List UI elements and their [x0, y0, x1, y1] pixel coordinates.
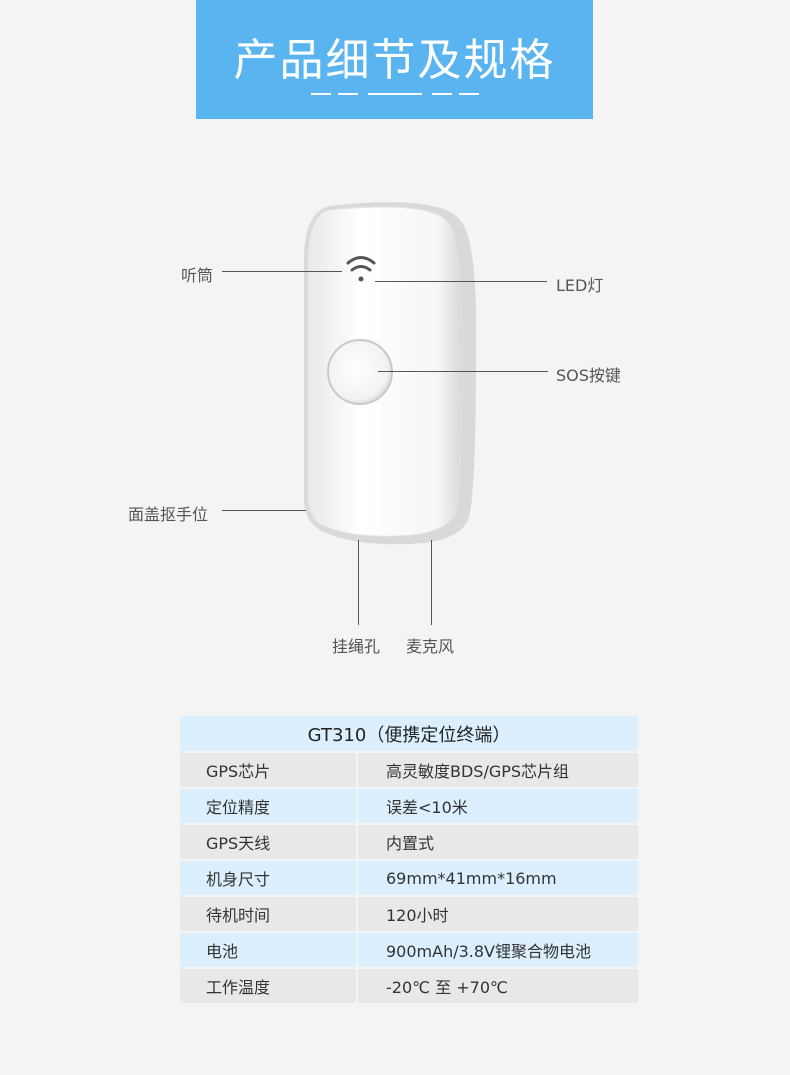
table-row: 机身尺寸 69mm*41mm*16mm	[180, 861, 638, 897]
spec-key: 定位精度	[180, 789, 358, 825]
device-image	[290, 200, 490, 560]
spec-table-title: GT310（便携定位终端）	[180, 716, 638, 753]
callout-sos: SOS按键	[556, 366, 621, 385]
callout-mic: 麦克风	[406, 637, 455, 656]
callout-line-cover-grip	[222, 510, 306, 511]
callout-line-earpiece	[222, 271, 342, 272]
callout-line-sos	[378, 371, 548, 372]
spec-key: 机身尺寸	[180, 861, 358, 897]
table-row: GPS天线 内置式	[180, 825, 638, 861]
callout-earpiece: 听筒	[181, 266, 214, 285]
spec-value: 120小时	[358, 897, 638, 933]
spec-value: 高灵敏度BDS/GPS芯片组	[358, 753, 638, 789]
sos-button-graphic	[327, 339, 393, 405]
banner-rule-center	[368, 93, 422, 95]
callout-led: LED灯	[556, 276, 604, 295]
banner-rule-right-2	[459, 93, 479, 95]
spec-value: 内置式	[358, 825, 638, 861]
table-row: 定位精度 误差<10米	[180, 789, 638, 825]
banner-title: 产品细节及规格	[233, 35, 556, 86]
callout-line-lanyard	[358, 540, 359, 625]
spec-value: 69mm*41mm*16mm	[358, 861, 638, 897]
spec-value: 900mAh/3.8V锂聚合物电池	[358, 933, 638, 969]
spec-key: GPS天线	[180, 825, 358, 861]
spec-value: -20℃ 至 +70℃	[358, 969, 638, 1005]
callout-line-led	[375, 281, 547, 282]
spec-key: 电池	[180, 933, 358, 969]
device-illustration	[304, 202, 477, 545]
table-row: GPS芯片 高灵敏度BDS/GPS芯片组	[180, 753, 638, 789]
callout-lanyard: 挂绳孔	[332, 637, 381, 656]
callout-line-mic	[431, 540, 432, 625]
spec-value: 误差<10米	[358, 789, 638, 825]
table-row: 待机时间 120小时	[180, 897, 638, 933]
spec-table: GT310（便携定位终端） GPS芯片 高灵敏度BDS/GPS芯片组 定位精度 …	[180, 716, 638, 1005]
table-row: 工作温度 -20℃ 至 +70℃	[180, 969, 638, 1005]
spec-key: 待机时间	[180, 897, 358, 933]
callout-cover-grip: 面盖抠手位	[128, 505, 209, 524]
table-row: 电池 900mAh/3.8V锂聚合物电池	[180, 933, 638, 969]
spec-key: GPS芯片	[180, 753, 358, 789]
header-banner: 产品细节及规格	[196, 0, 593, 119]
banner-rule-right-1	[432, 93, 452, 95]
banner-rule-left-1	[311, 93, 331, 95]
spec-key: 工作温度	[180, 969, 358, 1005]
banner-rule-left-2	[338, 93, 358, 95]
